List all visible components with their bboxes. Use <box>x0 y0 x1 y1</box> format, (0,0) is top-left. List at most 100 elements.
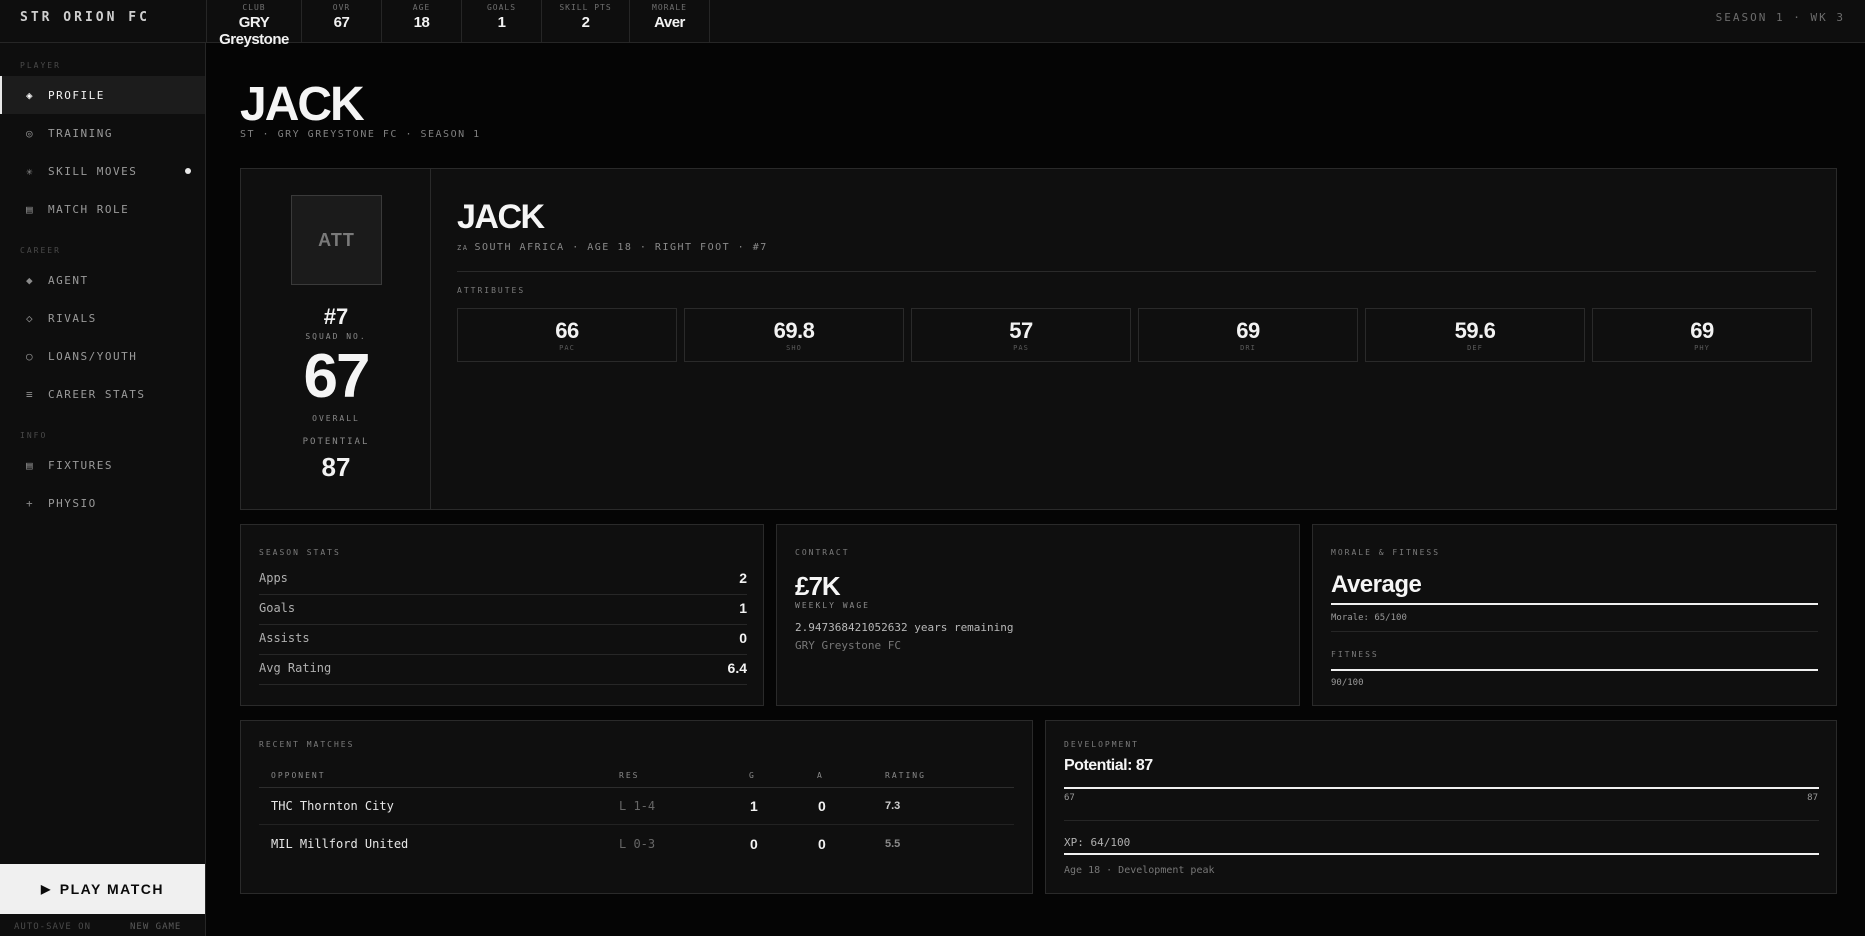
sidebar-item-match-role[interactable]: ▤ MATCH ROLE <box>0 190 205 228</box>
morale-bar-fill <box>1331 603 1818 605</box>
sidebar-item-label: PROFILE <box>48 88 105 102</box>
sidebar-item-label: AGENT <box>48 273 89 287</box>
attribute-label: PAC <box>559 344 575 352</box>
page-title: JACK <box>240 78 365 131</box>
sidebar-item-skill-moves[interactable]: ✳ SKILL MOVES <box>0 152 205 190</box>
stat-row: Assists 0 <box>259 625 747 655</box>
column-header: RES <box>619 771 640 780</box>
position-badge: ATT <box>291 195 382 285</box>
divider <box>457 271 1816 272</box>
sparkle-icon: ✳ <box>25 164 35 178</box>
recent-matches-panel: RECENT MATCHES OPPONENT RES G A RATING T… <box>240 720 1033 894</box>
overall-rating: 67 <box>303 342 371 411</box>
sidebar-item-physio[interactable]: + PHYSIO <box>0 484 205 522</box>
fitness-label: FITNESS <box>1331 650 1379 659</box>
ovr-stat: OVR 67 <box>302 0 382 43</box>
potential-label: POTENTIAL <box>302 437 370 447</box>
squad-number-label: SQUAD NO. <box>305 332 367 341</box>
attribute-pas: 57 PAS <box>911 308 1131 362</box>
sidebar-item-career-stats[interactable]: ≡ CAREER STATS <box>0 375 205 413</box>
weekly-wage: £7K <box>795 571 841 601</box>
top-bar: STR ORION FC CLUB GRY Greystone OVR 67 A… <box>0 0 1865 48</box>
column-header: G <box>749 771 756 780</box>
attribute-label: DRI <box>1240 344 1256 352</box>
table-row[interactable]: THC Thornton City L 1-4 1 0 7.3 <box>259 788 1014 825</box>
stat-label: GOALS <box>486 3 517 12</box>
brand-logo: STR ORION FC <box>20 10 150 25</box>
result-cell: L 1-4 <box>619 799 656 813</box>
fitness-bar <box>1331 669 1818 671</box>
player-meta: ZA SOUTH AFRICA · AGE 18 · RIGHT FOOT · #… <box>457 242 768 253</box>
divider <box>1331 631 1818 632</box>
development-potential: Potential: 87 <box>1064 757 1153 774</box>
player-card: ATT #7 SQUAD NO. 67 OVERALL POTENTIAL 87… <box>240 168 1837 510</box>
circle-icon: ○ <box>25 349 35 363</box>
morale-value: Average <box>1331 571 1422 598</box>
season-indicator: SEASON 1 · WK 3 <box>1715 11 1845 24</box>
attribute-label: SHO <box>786 344 802 352</box>
sidebar-item-rivals[interactable]: ◇ RIVALS <box>0 299 205 337</box>
assists-cell: 0 <box>818 836 826 852</box>
sidebar-item-label: CAREER STATS <box>48 387 146 401</box>
stat-label: SKILL PTS <box>559 3 612 12</box>
sidebar-item-fixtures[interactable]: ▤ FIXTURES <box>0 446 205 484</box>
morale-fitness-panel: MORALE & FITNESS Average Morale: 65/100 … <box>1312 524 1837 706</box>
list-icon: ≡ <box>25 387 35 401</box>
squad-number: #7 <box>323 304 349 329</box>
sidebar-item-loans-youth[interactable]: ○ LOANS/YOUTH <box>0 337 205 375</box>
stat-row: Apps 2 <box>259 565 747 595</box>
play-match-button[interactable]: ▶ PLAY MATCH <box>0 864 205 914</box>
panel-label: MORALE & FITNESS <box>1331 548 1441 557</box>
stat-label: OVR <box>332 3 351 12</box>
play-match-label: PLAY MATCH <box>59 881 164 897</box>
contract-panel: CONTRACT £7K WEEKLY WAGE 2.9473684210526… <box>776 524 1300 706</box>
new-game-link[interactable]: NEW GAME <box>130 922 181 932</box>
stat-value: 1 <box>497 14 506 31</box>
weekly-wage-label: WEEKLY WAGE <box>795 601 870 610</box>
stat-key: Assists <box>259 631 310 645</box>
attribute-phy: 69 PHY <box>1592 308 1812 362</box>
morale-stat: MORALE Aver <box>630 0 710 43</box>
sidebar-item-training[interactable]: ◎ TRAINING <box>0 114 205 152</box>
stat-value: 1 <box>739 600 747 616</box>
goals-stat: GOALS 1 <box>462 0 542 43</box>
sidebar-item-agent[interactable]: ◆ AGENT <box>0 261 205 299</box>
sidebar-item-label: FIXTURES <box>48 458 113 472</box>
attribute-dri: 69 DRI <box>1138 308 1358 362</box>
morale-text: Morale: 65/100 <box>1331 613 1407 623</box>
column-header: A <box>817 771 824 780</box>
calendar-icon: ▤ <box>25 458 35 472</box>
section-label-info: INFO <box>20 431 48 440</box>
development-note: Age 18 · Development peak <box>1064 865 1215 876</box>
play-icon: ▶ <box>41 882 52 896</box>
notification-dot <box>185 168 191 174</box>
section-label-career: CAREER <box>20 246 61 255</box>
stat-value: 67 <box>333 14 350 31</box>
morale-bar <box>1331 603 1818 605</box>
rating-cell: 5.5 <box>885 838 901 850</box>
column-header: OPPONENT <box>271 771 326 780</box>
panel-label: RECENT MATCHES <box>259 740 355 749</box>
diamond-filled-icon: ◆ <box>25 273 35 287</box>
diamond-outline-icon: ◇ <box>25 311 35 325</box>
potential-bar-fill <box>1064 787 1819 789</box>
table-row[interactable]: MIL Millford United L 0-3 0 0 5.5 <box>259 826 1014 863</box>
divider <box>1064 820 1819 821</box>
xp-bar <box>1064 853 1819 855</box>
potential-bar <box>1064 787 1819 789</box>
stat-label: AGE <box>412 3 431 12</box>
player-summary: ATT #7 SQUAD NO. 67 OVERALL POTENTIAL 87 <box>241 169 431 509</box>
fitness-text: 90/100 <box>1331 678 1364 688</box>
attribute-pac: 66 PAC <box>457 308 677 362</box>
sidebar-item-profile[interactable]: ◈ PROFILE <box>0 76 205 114</box>
attribute-value: 69 <box>1236 318 1260 343</box>
stat-value: 18 <box>413 14 430 31</box>
panel-label: DEVELOPMENT <box>1064 740 1139 749</box>
goals-cell: 1 <box>750 798 758 814</box>
stat-value: Aver <box>654 14 685 31</box>
stat-label: CLUB <box>242 3 266 12</box>
attribute-value: 69 <box>1690 318 1714 343</box>
contract-club: GRY Greystone FC <box>795 639 901 652</box>
section-label-player: PLAYER <box>20 61 61 70</box>
age-stat: AGE 18 <box>382 0 462 43</box>
